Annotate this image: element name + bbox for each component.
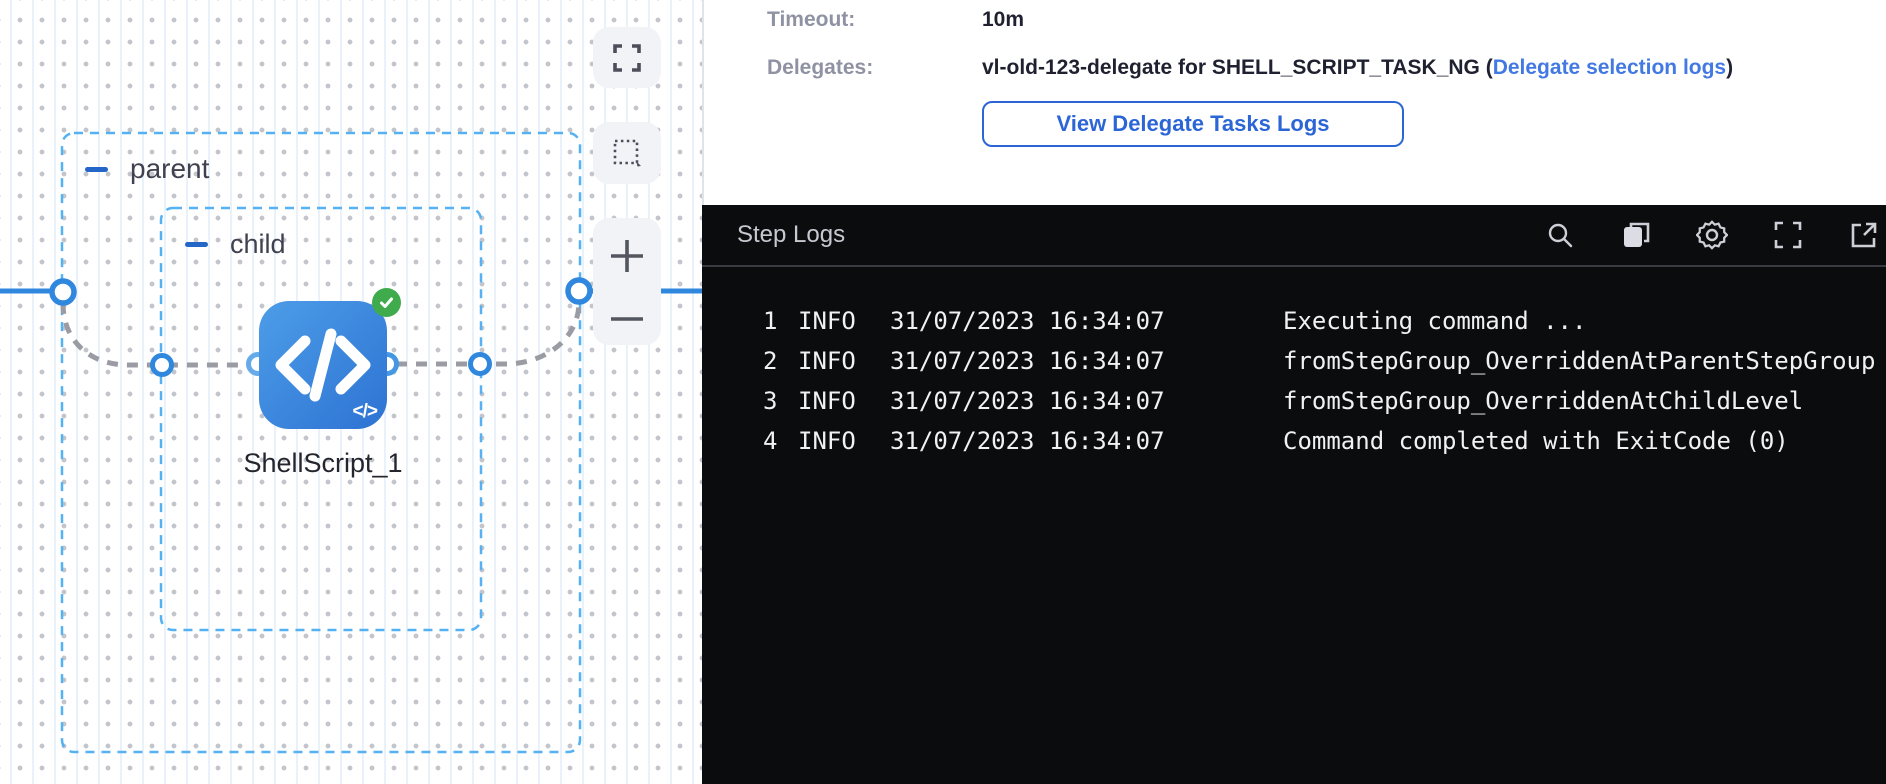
log-message: Executing command ... [1283, 301, 1886, 341]
collapse-child-toggle[interactable] [185, 242, 208, 247]
search-icon[interactable] [1544, 219, 1576, 251]
copy-icon[interactable] [1620, 219, 1652, 251]
log-line: 3 INFO 31/07/2023 16:34:07 fromStepGroup… [702, 381, 1886, 421]
log-line-number: 2 [763, 341, 798, 381]
fullscreen-icon[interactable] [1772, 219, 1804, 251]
zoom-controls [593, 218, 661, 345]
timeout-value: 10m [982, 8, 1024, 32]
step-logs-title: Step Logs [737, 221, 845, 249]
fullscreen-icon [612, 43, 642, 73]
delegates-row: Delegates: vl-old-123-delegate for SHELL… [767, 56, 1733, 80]
marquee-select-button[interactable] [593, 122, 661, 184]
child-group-header: child [185, 229, 286, 260]
port-parent-in[interactable] [52, 281, 74, 303]
success-check-icon [372, 288, 401, 317]
log-level: INFO [798, 301, 890, 341]
log-message: fromStepGroup_OverriddenAtChildLevel [1283, 381, 1886, 421]
port-parent-out[interactable] [568, 280, 590, 302]
log-level: INFO [798, 421, 890, 461]
parent-group-label: parent [130, 153, 209, 185]
log-lines[interactable]: 1 INFO 31/07/2023 16:34:07 Executing com… [702, 267, 1886, 461]
parent-group-header: parent [85, 153, 209, 185]
node-label: ShellScript_1 [193, 448, 453, 479]
collapse-parent-toggle[interactable] [85, 167, 108, 172]
delegates-value-text: vl-old-123-delegate for SHELL_SCRIPT_TAS… [982, 56, 1493, 79]
timeout-label: Timeout: [767, 8, 982, 32]
zoom-out-icon[interactable] [608, 312, 646, 326]
open-external-icon[interactable] [1848, 219, 1880, 251]
log-line: 2 INFO 31/07/2023 16:34:07 fromStepGroup… [702, 341, 1886, 381]
delegates-label: Delegates: [767, 56, 982, 80]
delegates-value: vl-old-123-delegate for SHELL_SCRIPT_TAS… [982, 56, 1733, 80]
step-details-panel: Timeout: 10m Delegates: vl-old-123-deleg… [702, 0, 1886, 205]
log-timestamp: 31/07/2023 16:34:07 [890, 381, 1283, 421]
log-line: 4 INFO 31/07/2023 16:34:07 Command compl… [702, 421, 1886, 461]
step-logs-header: Step Logs [702, 205, 1886, 267]
shell-script-mini-icon: </> [353, 401, 377, 423]
log-line: 1 INFO 31/07/2023 16:34:07 Executing com… [702, 301, 1886, 341]
step-logs-toolbar [1544, 219, 1880, 251]
step-logs-panel: Step Logs [702, 205, 1886, 784]
zoom-in-icon[interactable] [608, 237, 646, 275]
port-child-out[interactable] [471, 355, 490, 374]
settings-gear-icon[interactable] [1696, 219, 1728, 251]
log-timestamp: 31/07/2023 16:34:07 [890, 301, 1283, 341]
shellscript-step-node[interactable]: </> [259, 301, 387, 429]
timeout-row: Timeout: 10m [767, 8, 1024, 32]
log-level: INFO [798, 341, 890, 381]
log-timestamp: 31/07/2023 16:34:07 [890, 421, 1283, 461]
log-line-number: 1 [763, 301, 798, 341]
view-delegate-tasks-logs-button[interactable]: View Delegate Tasks Logs [982, 101, 1404, 147]
delegate-selection-logs-link[interactable]: Delegate selection logs [1493, 56, 1726, 79]
port-child-in[interactable] [153, 356, 172, 375]
parent-stepgroup-box[interactable] [62, 133, 580, 752]
log-message: fromStepGroup_OverriddenAtParentStepGrou… [1283, 341, 1886, 381]
log-line-number: 3 [763, 381, 798, 421]
pipeline-canvas[interactable]: parent child </> ShellScript_1 [0, 0, 702, 784]
marquee-select-icon [611, 137, 643, 169]
child-group-label: child [230, 229, 286, 260]
log-line-number: 4 [763, 421, 798, 461]
canvas-fullscreen-button[interactable] [593, 27, 661, 88]
delegates-value-suffix: ) [1726, 56, 1733, 79]
log-message: Command completed with ExitCode (0) [1283, 421, 1886, 461]
log-level: INFO [798, 381, 890, 421]
log-timestamp: 31/07/2023 16:34:07 [890, 341, 1283, 381]
